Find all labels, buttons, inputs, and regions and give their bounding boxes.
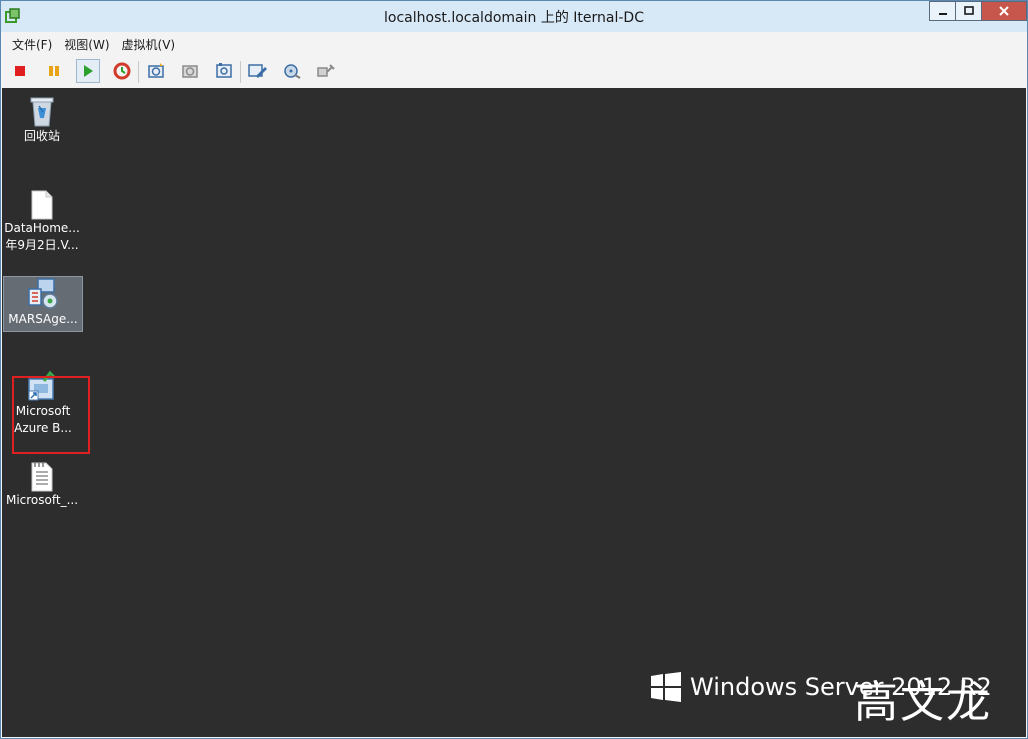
revert-snapshot-button[interactable] xyxy=(178,59,202,83)
toolbar-separator xyxy=(138,61,139,83)
snapshot-button[interactable] xyxy=(144,59,168,83)
menu-view[interactable]: 视图(W) xyxy=(58,34,115,54)
minimize-icon xyxy=(938,13,947,15)
cd-drive-icon xyxy=(284,64,301,79)
desktop-icon-microsoft-text[interactable]: Microsoft_... xyxy=(3,462,81,516)
reset-button[interactable] xyxy=(110,59,134,83)
vm-desktop[interactable]: 回收站 DataHome... 年9月2日.V... MARSAge... Mi… xyxy=(2,88,1026,737)
windows-logo-icon xyxy=(651,672,681,702)
desktop-icon-marsagent[interactable]: MARSAge... xyxy=(3,276,83,332)
desktop-icon-recycle-bin[interactable]: 回收站 xyxy=(3,94,81,154)
pause-icon xyxy=(49,66,59,76)
desktop-icon-label-line1: DataHome... xyxy=(4,221,80,235)
close-button[interactable] xyxy=(982,1,1027,21)
recycle-bin-icon xyxy=(30,97,54,127)
author-watermark: 高文龙 xyxy=(854,677,992,728)
desktop-icon-label-line2: 年9月2日.V... xyxy=(5,238,79,252)
snapshot-manager-icon xyxy=(216,63,232,78)
maximize-icon xyxy=(963,6,974,15)
desktop-icon-label: MARSAge... xyxy=(8,312,78,326)
revert-snapshot-icon xyxy=(182,65,198,78)
connect-device-button[interactable] xyxy=(314,59,338,83)
stop-icon xyxy=(15,66,25,76)
stop-button[interactable] xyxy=(8,59,32,83)
desktop-icon-label: Microsoft_... xyxy=(5,493,79,507)
play-button[interactable] xyxy=(76,59,100,83)
file-icon xyxy=(31,190,53,220)
vm-console-window: localhost.localdomain 上的 Iternal-DC 文件(F… xyxy=(0,0,1028,739)
maximize-button[interactable] xyxy=(956,1,982,21)
toolbar-separator xyxy=(240,61,241,83)
menu-bar: 文件(F) 视图(W) 虚拟机(V) xyxy=(1,34,181,54)
connect-device-icon xyxy=(317,64,335,77)
title-bar[interactable]: localhost.localdomain 上的 Iternal-DC xyxy=(1,1,1027,32)
pause-button[interactable] xyxy=(42,59,66,83)
play-icon xyxy=(84,65,93,77)
close-icon xyxy=(999,6,1009,16)
desktop-icon-label: 回收站 xyxy=(23,129,60,143)
desktop-icon-datahome[interactable]: DataHome... 年9月2日.V... xyxy=(3,190,81,260)
installer-icon xyxy=(28,278,58,309)
edit-settings-icon xyxy=(248,64,267,78)
red-highlight-annotation xyxy=(12,376,90,454)
caption-buttons xyxy=(929,1,1027,23)
minimize-button[interactable] xyxy=(929,1,956,21)
menu-file[interactable]: 文件(F) xyxy=(1,34,58,54)
reset-icon xyxy=(113,62,131,80)
text-document-icon xyxy=(31,462,53,492)
snapshot-icon xyxy=(148,63,164,78)
cd-drive-button[interactable] xyxy=(280,59,304,83)
edit-settings-button[interactable] xyxy=(246,59,270,83)
snapshot-manager-button[interactable] xyxy=(212,59,236,83)
toolbar xyxy=(1,57,1027,87)
menu-vm[interactable]: 虚拟机(V) xyxy=(116,34,182,54)
window-title: localhost.localdomain 上的 Iternal-DC xyxy=(384,10,644,26)
